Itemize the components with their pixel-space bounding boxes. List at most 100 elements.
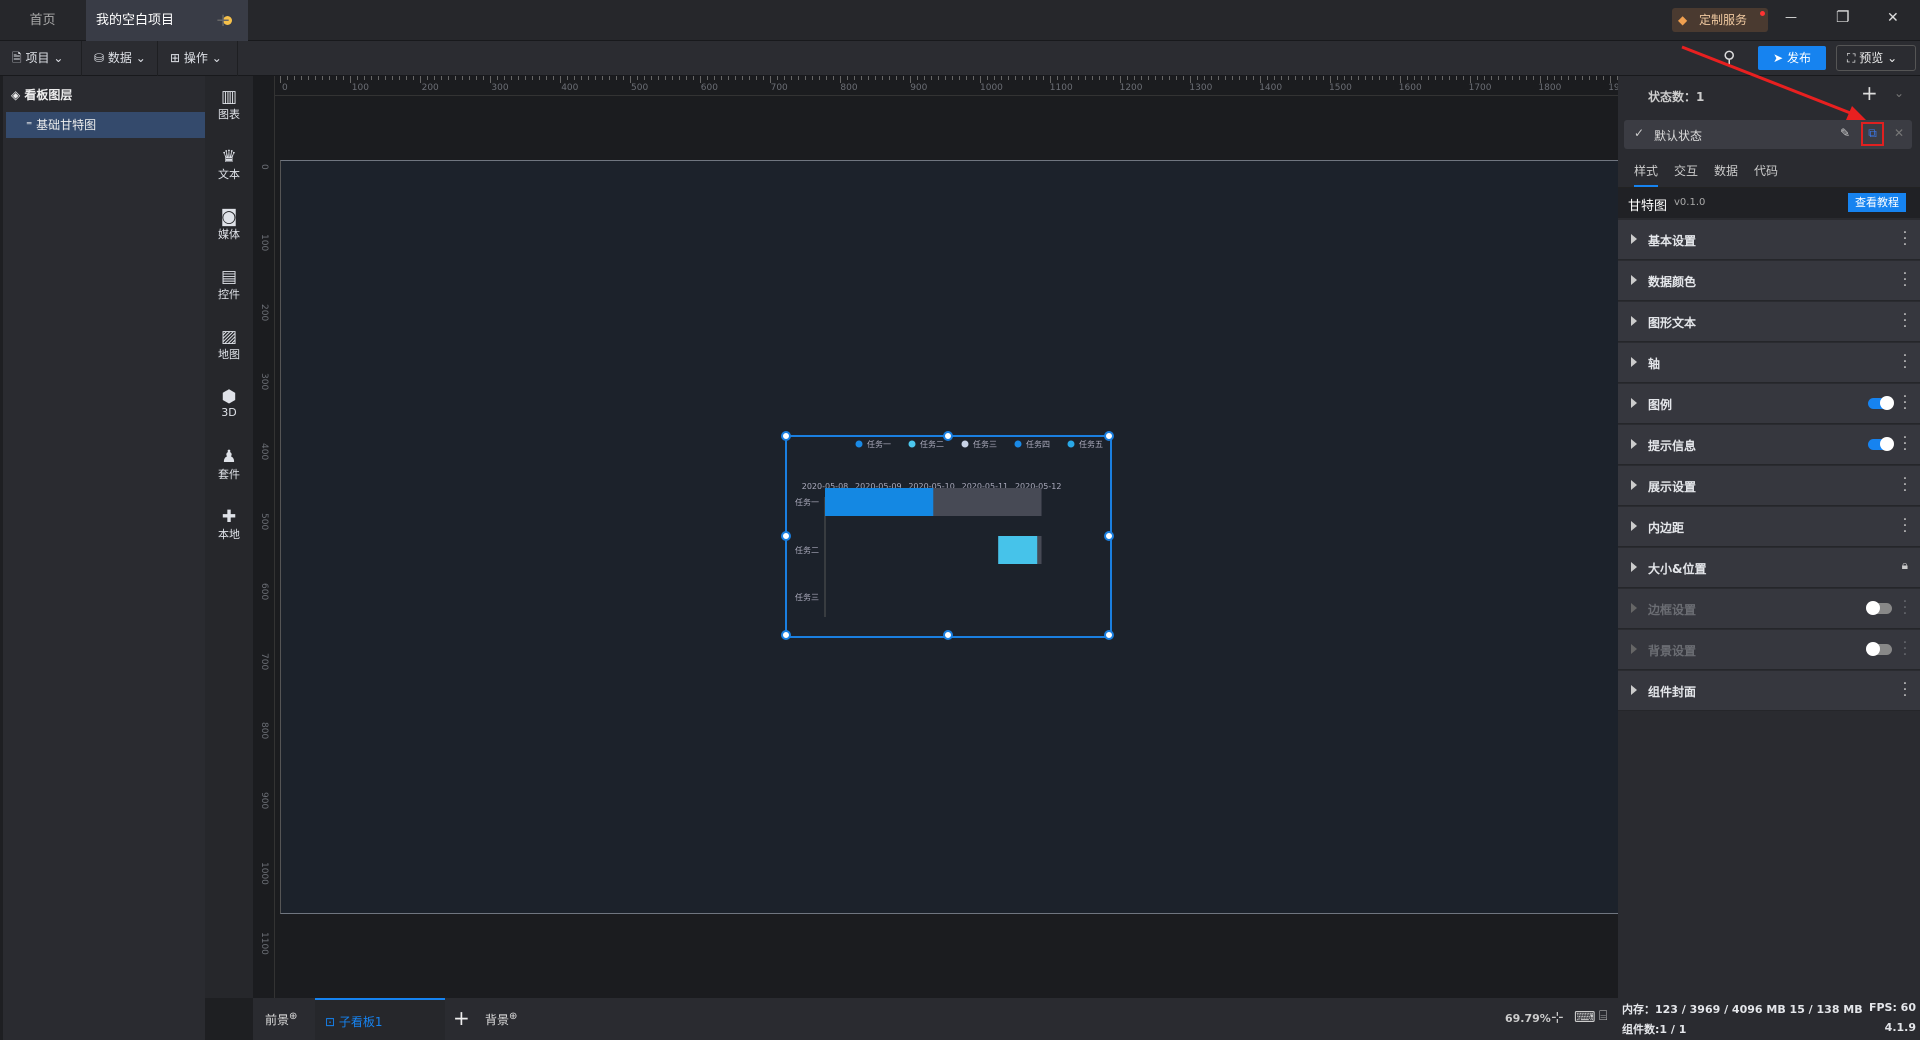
ruler-tick (1267, 76, 1268, 80)
resize-handle[interactable] (1104, 530, 1114, 541)
more-options-icon[interactable]: · · · (1902, 595, 1908, 621)
section-9[interactable]: 边框设置 · · · (1618, 589, 1920, 629)
tab-0[interactable]: 样式 (1634, 162, 1659, 187)
search-icon[interactable]: ⚲ (1723, 48, 1735, 68)
toggle-switch[interactable] (1866, 642, 1892, 656)
section-7[interactable]: 内边距 · · · (1618, 507, 1920, 547)
ruler-tick (903, 76, 904, 80)
toggle-switch[interactable] (1866, 601, 1892, 615)
menu-project[interactable]: 🗎 项目 ⌄ (0, 41, 82, 76)
publish-button[interactable]: ➤ 发布 (1758, 46, 1826, 70)
section-0[interactable]: 基本设置 · · · (1618, 220, 1920, 260)
console-icon[interactable]: ⌸ (1599, 1008, 1607, 1024)
ruler-tick (539, 76, 540, 80)
ruler-tick (385, 76, 386, 80)
add-state-button[interactable]: + (1861, 81, 1878, 105)
caret-right-icon (1631, 644, 1637, 654)
ruler-tick (1484, 76, 1485, 80)
layer-item[interactable]: ⁼ 基础甘特图 (6, 112, 205, 138)
fit-screen-icon[interactable]: ⊹ (1551, 1008, 1564, 1026)
close-button[interactable]: ✕ (1887, 10, 1899, 26)
keyboard-icon[interactable]: ⌨ (1574, 1008, 1596, 1026)
legend-marker (1014, 440, 1022, 448)
ruler-tick (1281, 76, 1282, 80)
more-options-icon[interactable]: · · · (1902, 308, 1908, 334)
section-11[interactable]: 组件封面 · · · (1618, 671, 1920, 711)
iconbar-item-1[interactable]: ♛ 文本 (205, 148, 253, 182)
ruler-tick (406, 76, 407, 80)
section-label: 图形文本 (1648, 316, 1697, 330)
ruler-tick (875, 76, 876, 80)
resize-handle[interactable] (942, 431, 953, 441)
lock-icon[interactable]: 🔒︎ (1902, 558, 1908, 573)
iconbar-item-5[interactable]: ⬢ 3D (205, 388, 253, 419)
minimize-button[interactable]: — (1785, 10, 1797, 24)
more-options-icon[interactable]: · · · (1902, 390, 1908, 416)
default-state-row[interactable]: ✓ 默认状态 ✎ ⧉ ✕ (1624, 120, 1912, 149)
resize-handle[interactable] (781, 630, 791, 640)
section-10[interactable]: 背景设置 · · · (1618, 630, 1920, 670)
copy-state-icon[interactable]: ⧉ (1861, 122, 1884, 146)
iconbar-item-2[interactable]: ◙ 媒体 (205, 208, 253, 242)
tutorial-button[interactable]: 查看教程 (1848, 193, 1906, 212)
more-options-icon[interactable]: · · · (1902, 267, 1908, 293)
section-3[interactable]: 轴 · · · (1618, 343, 1920, 383)
ruler-tick (441, 76, 442, 80)
foreground-tab[interactable]: 前景⊕ (265, 1011, 297, 1028)
tab-2[interactable]: 数据 (1714, 162, 1738, 185)
ruler-tick (1211, 76, 1212, 80)
delete-state-icon[interactable]: ✕ (1894, 126, 1904, 140)
iconbar-item-3[interactable]: ▤ 控件 (205, 268, 253, 302)
tab-1[interactable]: 交互 (1674, 162, 1698, 185)
resize-handle[interactable] (1104, 431, 1114, 441)
resize-handle[interactable] (942, 630, 953, 640)
ruler-tick (1169, 76, 1170, 80)
ruler-tick-label: 700 (259, 652, 269, 670)
ruler-tick (1148, 76, 1149, 80)
preview-button[interactable]: ⛶ 预览 ⌄ (1836, 45, 1916, 71)
section-6[interactable]: 展示设置 · · · (1618, 466, 1920, 506)
iconbar-item-7[interactable]: ✚ 本地 (205, 508, 253, 542)
add-tab-button[interactable]: + (208, 0, 238, 41)
restore-button[interactable]: ❐ (1836, 8, 1849, 26)
resize-handle[interactable] (1104, 630, 1114, 640)
background-tab[interactable]: 背景⊕ (485, 1011, 517, 1028)
ruler-tick (1183, 76, 1184, 80)
subboard-tab[interactable]: ⊡ 子看板1 (315, 998, 445, 1040)
section-4[interactable]: 图例 · · · (1618, 384, 1920, 424)
section-8[interactable]: 大小&位置 🔒︎ (1618, 548, 1920, 588)
ruler-tick (315, 76, 316, 80)
state-dropdown-icon[interactable]: ⌄ (1894, 86, 1904, 100)
resize-handle[interactable] (781, 530, 791, 541)
more-options-icon[interactable]: · · · (1902, 472, 1908, 498)
edit-icon[interactable]: ✎ (1840, 126, 1850, 140)
more-options-icon[interactable]: · · · (1902, 677, 1908, 703)
iconbar-item-6[interactable]: ♟ 套件 (205, 448, 253, 482)
menu-data[interactable]: ⛁ 数据 ⌄ (82, 41, 158, 76)
tab-home[interactable]: 首页 (0, 0, 85, 41)
ruler-tick (1414, 76, 1415, 80)
ruler-tick (462, 76, 463, 80)
section-2[interactable]: 图形文本 · · · (1618, 302, 1920, 342)
add-board-button[interactable]: + (453, 1006, 470, 1030)
iconbar-item-4[interactable]: ▨ 地图 (205, 328, 253, 362)
more-options-icon[interactable]: · · · (1902, 636, 1908, 662)
more-options-icon[interactable]: · · · (1902, 226, 1908, 252)
resize-handle[interactable] (781, 431, 791, 441)
add-foreground-icon[interactable]: ⊕ (289, 1011, 297, 1022)
menu-operate[interactable]: ⊞ 操作 ⌄ (158, 41, 238, 76)
add-background-icon[interactable]: ⊕ (509, 1011, 517, 1022)
section-5[interactable]: 提示信息 · · · (1618, 425, 1920, 465)
tab-3[interactable]: 代码 (1754, 162, 1778, 185)
iconbar-item-0[interactable]: ▥ 图表 (205, 88, 253, 122)
toggle-switch[interactable] (1868, 396, 1894, 410)
ruler-tick (1400, 76, 1401, 83)
more-options-icon[interactable]: · · · (1902, 513, 1908, 539)
ruler-tick (868, 76, 869, 80)
toggle-switch[interactable] (1868, 437, 1894, 451)
more-options-icon[interactable]: · · · (1902, 349, 1908, 375)
gantt-chart-widget[interactable]: 任务一 任务二 任务三 任务四 任务五 2020-05-08 2020-05-09 2020-… (781, 431, 1114, 640)
custom-service-button[interactable]: ◆ 定制服务 (1672, 8, 1768, 32)
section-1[interactable]: 数据颜色 · · · (1618, 261, 1920, 301)
more-options-icon[interactable]: · · · (1902, 431, 1908, 457)
